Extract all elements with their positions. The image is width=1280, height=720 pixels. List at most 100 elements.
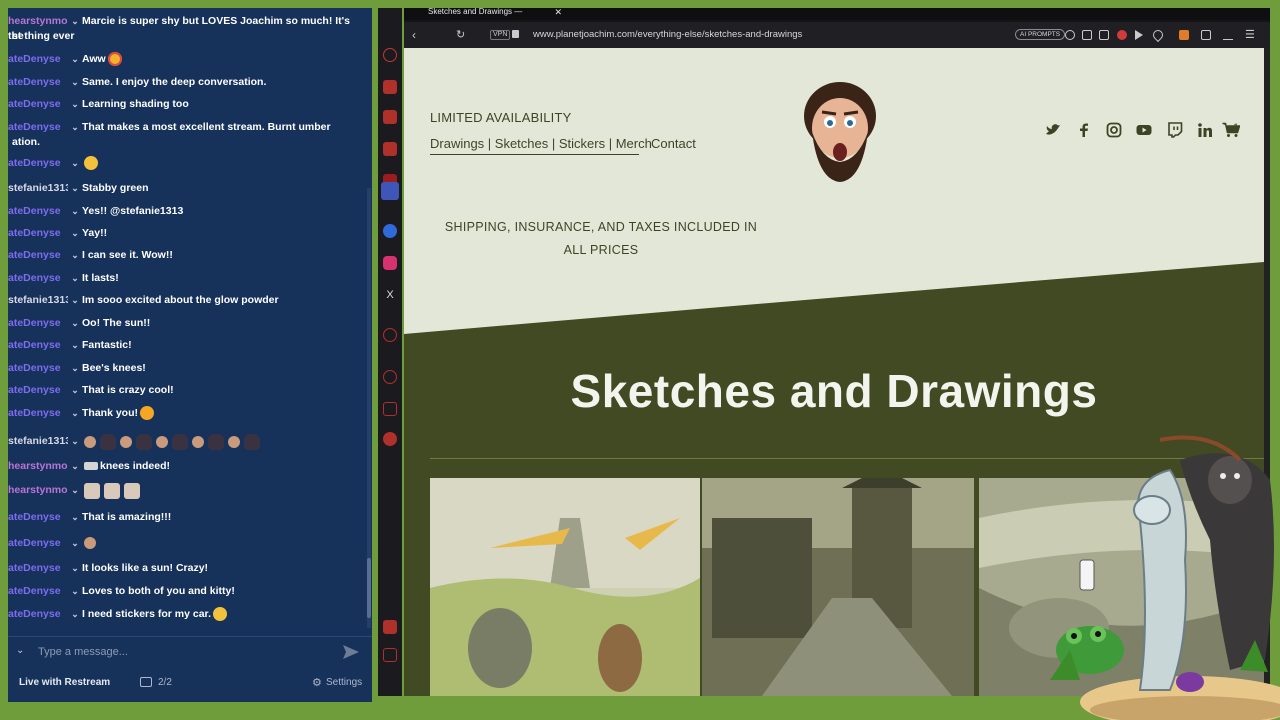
chevron-down-icon[interactable]: ⌄	[68, 181, 82, 196]
chevron-down-icon[interactable]: ⌄	[68, 434, 82, 449]
twitter-icon[interactable]	[1045, 122, 1061, 138]
chat-username[interactable]: stefanie1313	[8, 181, 68, 196]
chat-input-bar[interactable]: ⌄ Type a message...	[8, 636, 372, 668]
back-icon[interactable]: ‹	[412, 28, 416, 42]
chevron-down-icon[interactable]: ⌄	[68, 248, 82, 263]
chat-username[interactable]: hearstynmo	[8, 459, 68, 474]
chevron-down-icon[interactable]: ⌄	[68, 97, 82, 112]
chat-username[interactable]: ateDenyse	[8, 561, 68, 576]
chevron-down-icon[interactable]: ⌄	[68, 607, 82, 622]
chat-username[interactable]: ateDenyse	[8, 361, 68, 376]
chat-username[interactable]: ateDenyse	[8, 156, 68, 171]
heart-icon[interactable]	[1150, 27, 1166, 43]
chevron-down-icon[interactable]: ⌄	[68, 338, 82, 353]
chevron-down-icon[interactable]: ⌄	[68, 383, 82, 398]
close-icon[interactable]: ✕	[554, 8, 562, 17]
site-logo-avatar[interactable]	[798, 76, 882, 184]
chevron-down-icon[interactable]: ⌄	[68, 75, 82, 90]
chat-username[interactable]: ateDenyse	[8, 383, 68, 398]
contact-link[interactable]: Contact	[651, 136, 696, 151]
edit-icon[interactable]	[1082, 30, 1092, 40]
chevron-down-icon[interactable]: ⌄	[68, 293, 82, 308]
shield-icon[interactable]	[383, 620, 397, 634]
chat-username[interactable]: hearstynmo	[8, 483, 68, 498]
camera-icon[interactable]	[1099, 30, 1109, 40]
chat-username[interactable]: stefanie1313	[8, 293, 68, 308]
chevron-down-icon[interactable]: ⌄	[68, 226, 82, 241]
twitch-icon[interactable]	[383, 110, 397, 124]
settings-icon[interactable]	[383, 432, 397, 446]
chevron-down-icon[interactable]: ⌄	[68, 120, 82, 135]
chevron-down-icon[interactable]: ⌄	[68, 561, 82, 576]
chat-username[interactable]: ateDenyse	[8, 75, 68, 90]
lock-icon[interactable]	[512, 30, 519, 38]
twitch-icon[interactable]	[1167, 122, 1183, 138]
zoom-icon[interactable]	[1065, 30, 1075, 40]
url-field[interactable]: www.planetjoachim.com/everything-else/sk…	[533, 29, 802, 40]
facebook-icon[interactable]	[1076, 122, 1092, 138]
instagram-icon[interactable]	[383, 142, 397, 156]
chat-username[interactable]: ateDenyse	[8, 406, 68, 421]
gallery-image-village[interactable]	[702, 478, 974, 696]
instagram-icon-2[interactable]	[383, 256, 397, 270]
gallery-image-knight[interactable]	[430, 478, 700, 696]
cube-icon[interactable]	[1201, 30, 1211, 40]
send-icon[interactable]	[342, 643, 360, 661]
chat-username[interactable]: hearstynmo	[8, 14, 68, 29]
chat-username[interactable]: ateDenyse	[8, 204, 68, 219]
instagram-icon[interactable]	[1106, 122, 1122, 138]
chevron-down-icon[interactable]: ⌄	[68, 483, 82, 498]
chevron-down-icon[interactable]: ⌄	[68, 204, 82, 219]
chevron-down-icon[interactable]: ⌄	[68, 52, 82, 67]
bag-icon[interactable]	[383, 80, 397, 94]
chat-username[interactable]: ateDenyse	[8, 248, 68, 263]
chat-scrollbar[interactable]	[367, 188, 371, 628]
chat-input-placeholder[interactable]: Type a message...	[38, 646, 128, 658]
chat-username[interactable]: ateDenyse	[8, 510, 68, 525]
chat-username[interactable]: ateDenyse	[8, 226, 68, 241]
wallet-icon[interactable]	[1179, 30, 1189, 40]
chat-username[interactable]: ateDenyse	[8, 607, 68, 622]
chevron-down-icon[interactable]: ⌄	[16, 645, 24, 656]
box-icon[interactable]	[383, 402, 397, 416]
chat-username[interactable]: ateDenyse	[8, 120, 68, 135]
menu-icon[interactable]: ☰	[1245, 28, 1255, 41]
panel-icon[interactable]	[383, 648, 397, 662]
send-tab-icon[interactable]	[1135, 30, 1144, 40]
chevron-down-icon[interactable]: ⌄	[68, 14, 82, 29]
youtube-icon[interactable]	[1136, 122, 1152, 138]
download-icon[interactable]	[1223, 30, 1233, 40]
extension-icon[interactable]	[381, 182, 399, 200]
reload-icon[interactable]: ↻	[456, 28, 465, 41]
vpn-badge[interactable]: VPN	[490, 30, 511, 40]
gear-icon[interactable]: ⚙	[312, 676, 322, 689]
settings-button[interactable]: Settings	[326, 677, 362, 688]
chat-username[interactable]: ateDenyse	[8, 316, 68, 331]
player-icon[interactable]	[383, 328, 397, 342]
tab-sketches[interactable]: Sketches and Drawings — ✕	[428, 8, 568, 20]
chat-username[interactable]: ateDenyse	[8, 52, 68, 67]
adblock-icon[interactable]	[1117, 30, 1127, 40]
chevron-down-icon[interactable]: ⌄	[68, 536, 82, 551]
chevron-down-icon[interactable]: ⌄	[68, 584, 82, 599]
chevron-down-icon[interactable]: ⌄	[68, 361, 82, 376]
messenger-icon[interactable]	[383, 224, 397, 238]
clock-icon[interactable]	[383, 370, 397, 384]
chat-username[interactable]: stefanie1313	[8, 434, 68, 449]
site-nav-menu[interactable]: Drawings | Sketches | Stickers | Merch	[430, 136, 652, 151]
chat-scrollbar-thumb[interactable]	[367, 558, 371, 618]
chevron-down-icon[interactable]: ⌄	[68, 156, 82, 171]
chat-username[interactable]: ateDenyse	[8, 584, 68, 599]
ai-prompts-button[interactable]: AI PROMPTS	[1015, 29, 1066, 40]
chat-username[interactable]: ateDenyse	[8, 97, 68, 112]
chevron-down-icon[interactable]: ⌄	[68, 316, 82, 331]
x-icon[interactable]: X	[383, 288, 397, 302]
chevron-down-icon[interactable]: ⌄	[68, 459, 82, 474]
chat-username[interactable]: ateDenyse	[8, 338, 68, 353]
chat-username[interactable]: ateDenyse	[8, 271, 68, 286]
chevron-down-icon[interactable]: ⌄	[68, 406, 82, 421]
linkedin-icon[interactable]	[1197, 122, 1213, 138]
chevron-down-icon[interactable]: ⌄	[68, 510, 82, 525]
chat-username[interactable]: ateDenyse	[8, 536, 68, 551]
speed-dial-icon[interactable]	[383, 48, 397, 62]
